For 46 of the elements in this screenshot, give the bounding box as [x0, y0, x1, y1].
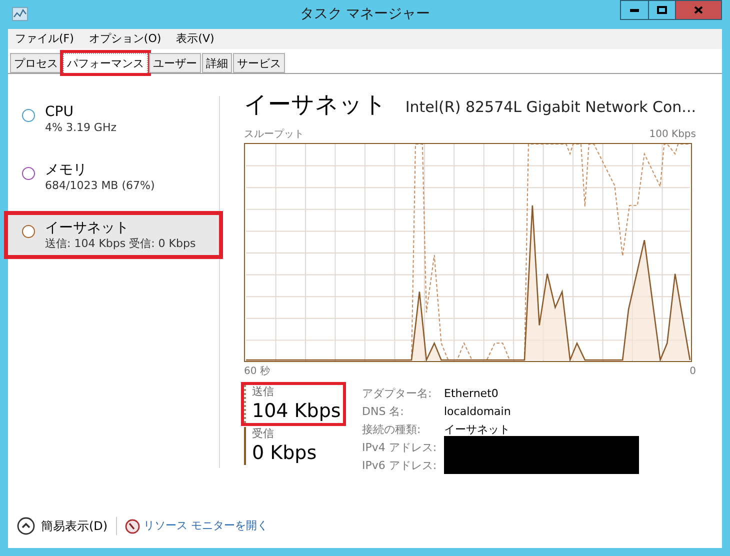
app-icon [12, 7, 28, 21]
panel-title: イーサネット [244, 91, 387, 120]
tab[interactable]: 詳細 [202, 53, 232, 73]
resource-monitor-link[interactable]: リソース モニターを開く [124, 518, 268, 534]
axis-label: 100 Kbps [649, 128, 696, 142]
detail-label: アダプター名: [362, 386, 433, 402]
item-name: イーサネット [45, 219, 130, 237]
detail-label: IPv6 アドレス: [362, 458, 438, 474]
item-name: メモリ [45, 161, 88, 179]
summary-toggle[interactable]: 簡易表示(D) [17, 517, 108, 535]
minimize-icon [630, 8, 639, 12]
close-icon [694, 6, 703, 14]
adapter-name: Intel(R) 82574L Gigabit Network Con... [405, 97, 696, 118]
axis-label: スループット [244, 128, 304, 142]
item-detail: 684/1023 MB (67%) [45, 179, 155, 193]
detail-label: IPv4 アドレス: [362, 440, 438, 456]
sidebar-item[interactable]: メモリ 684/1023 MB (67%) [8, 157, 219, 197]
window-title: タスク マネージャー [300, 5, 430, 24]
detail-label: DNS 名: [362, 404, 405, 420]
detail-value: localdomain [444, 404, 511, 420]
stat-value: 0 Kbps [252, 440, 317, 464]
detail-label: 接続の種類: [362, 422, 422, 438]
axis-label: 60 秒 [244, 364, 270, 378]
menu-item[interactable]: オプション(O) [88, 30, 162, 48]
stat-label: 送信 [252, 384, 275, 398]
menu-item[interactable]: 表示(V) [176, 30, 214, 48]
detail-value: Ethernet0 [444, 386, 500, 402]
sidebar-item[interactable]: イーサネット 送信: 104 Kbps 受信: 0 Kbps [8, 215, 219, 255]
item-name: CPU [45, 103, 74, 121]
tab[interactable]: パフォーマンス [63, 53, 148, 73]
tab[interactable]: サービス [233, 53, 285, 73]
axis-label: 0 [690, 364, 696, 378]
stat-value: 104 Kbps [252, 398, 341, 422]
close-button[interactable] [676, 0, 722, 20]
chevron-up-icon [17, 517, 35, 535]
gauge-icon [124, 518, 140, 534]
tab[interactable]: ユーザー [149, 53, 201, 73]
item-detail: 送信: 104 Kbps 受信: 0 Kbps [45, 237, 196, 251]
maximize-icon [657, 6, 667, 14]
minimize-button[interactable] [620, 0, 649, 20]
menu-item[interactable]: ファイル(F) [15, 30, 74, 48]
item-detail: 4% 3.19 GHz [45, 121, 117, 135]
stat-label: 受信 [252, 426, 275, 440]
tab[interactable]: プロセス [10, 53, 62, 73]
detail-value: イーサネット [444, 422, 511, 438]
sidebar-item[interactable]: CPU 4% 3.19 GHz [8, 99, 219, 139]
